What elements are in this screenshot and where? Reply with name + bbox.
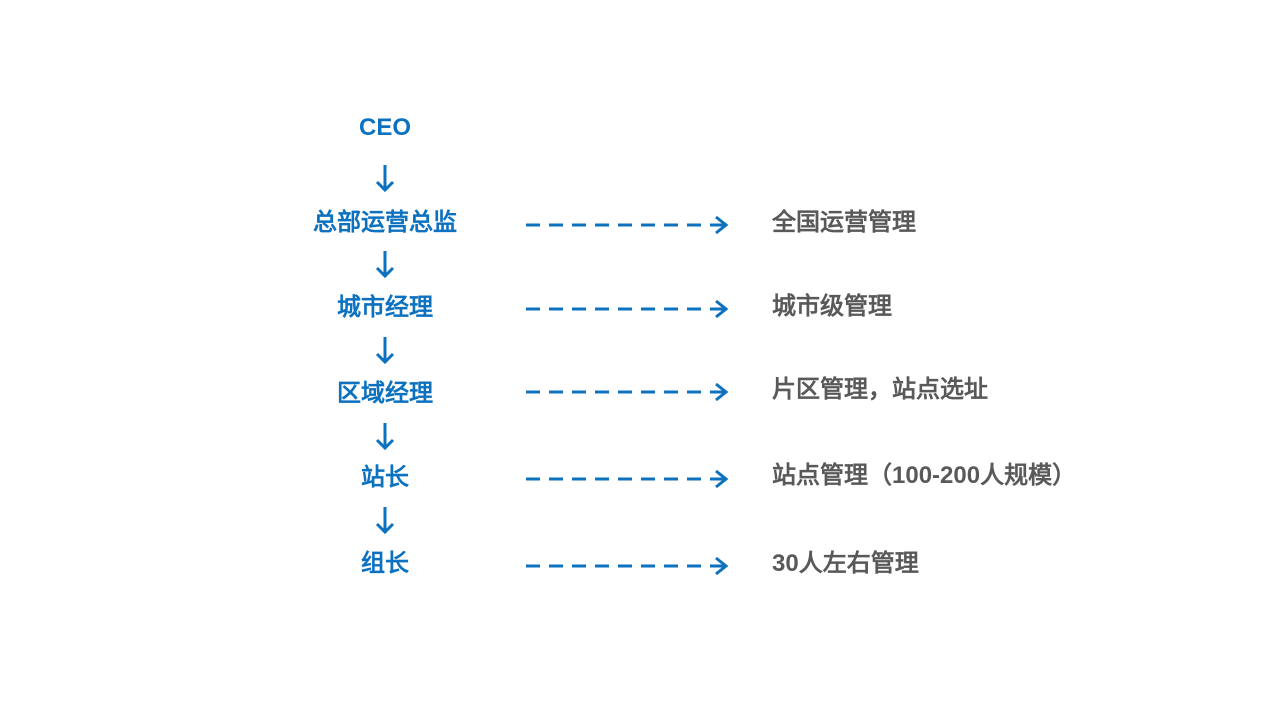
org-structure-slide: CEO 总部运营总监 全国运营管理 城市经理 城市级管理 区域经理 片区管理，站…: [0, 0, 1280, 720]
role-title: 组长: [361, 550, 409, 577]
role-title: 区域经理: [337, 380, 433, 407]
role-description: 30人左右管理: [772, 550, 919, 577]
role-title: 总部运营总监: [313, 209, 457, 236]
role-description: 全国运营管理: [772, 209, 916, 236]
down-arrow-icon: [375, 423, 395, 451]
role-description: 片区管理，站点选址: [772, 376, 988, 403]
dashed-arrow-icon: [526, 299, 729, 319]
role-description: 城市级管理: [772, 293, 892, 320]
dashed-arrow-icon: [526, 556, 729, 576]
down-arrow-icon: [375, 337, 395, 365]
dashed-arrow-icon: [526, 382, 729, 402]
down-arrow-icon: [375, 507, 395, 535]
down-arrow-icon: [375, 251, 395, 279]
dashed-arrow-icon: [526, 215, 729, 235]
role-ceo: CEO: [358, 114, 411, 141]
role-description: 站点管理（100-200人规模）: [772, 462, 1077, 489]
role-title: 城市经理: [337, 294, 433, 321]
down-arrow-icon: [375, 165, 395, 193]
role-title: 站长: [361, 464, 409, 491]
dashed-arrow-icon: [526, 469, 729, 489]
